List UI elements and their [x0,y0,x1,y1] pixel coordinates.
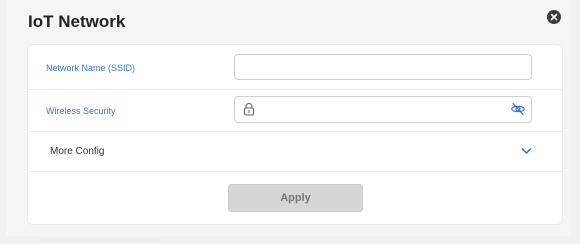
password-input[interactable] [261,97,505,124]
dialog-title: IoT Network [28,12,126,31]
apply-button[interactable]: Apply [228,184,363,212]
lock-icon [243,102,255,116]
ssid-label: Network Name (SSID) [46,63,136,73]
security-label: Wireless Security [46,106,116,116]
settings-card: Network Name (SSID) Wireless Security Mo… [27,44,563,225]
password-field [234,96,532,124]
actions-row: Apply [28,172,562,226]
iot-network-dialog: IoT Network Network Name (SSID) Wireless… [6,0,571,236]
ssid-input[interactable] [234,54,532,80]
ssid-row: Network Name (SSID) [28,45,562,90]
more-config-row[interactable]: More Config [28,132,562,172]
close-icon [550,13,558,21]
eye-off-icon[interactable] [510,102,526,116]
more-config-label[interactable]: More Config [50,146,104,157]
close-button[interactable] [547,10,561,24]
background-blur [40,238,160,242]
chevron-down-icon[interactable] [521,147,532,155]
security-row: Wireless Security [28,90,562,132]
